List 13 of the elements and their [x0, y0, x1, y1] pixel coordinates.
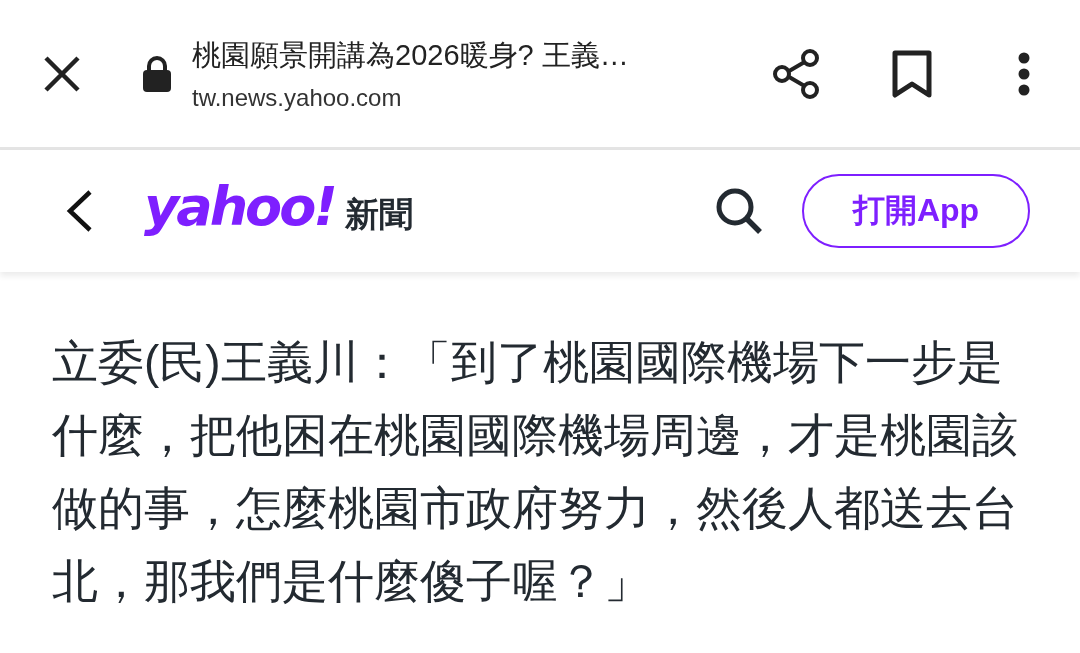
article-paragraph: 立委(民)王義川：「到了桃園國際機場下一步是什麼，把他困在桃園國際機場周邊，才是桃園該做的事，怎麼桃園市政府努力，然後人都送去台北，那我們是什麼傻子喔？」 — [52, 335, 1019, 609]
back-icon[interactable] — [66, 189, 94, 233]
page-title: 桃園願景開講為2026暖身? 王義… — [192, 37, 630, 73]
close-icon[interactable] — [42, 53, 82, 94]
bookmark-icon[interactable] — [892, 49, 932, 98]
section-title: 新聞 — [344, 194, 413, 235]
search-icon[interactable] — [714, 186, 764, 236]
yahoo-logo[interactable]: yahoo! — [144, 174, 335, 238]
url-text: tw.news.yahoo.com — [192, 83, 403, 112]
open-app-button[interactable]: 打開App — [802, 174, 1030, 248]
share-icon[interactable] — [772, 47, 820, 100]
menu-icon[interactable] — [1018, 51, 1030, 96]
lock-icon — [142, 55, 172, 92]
